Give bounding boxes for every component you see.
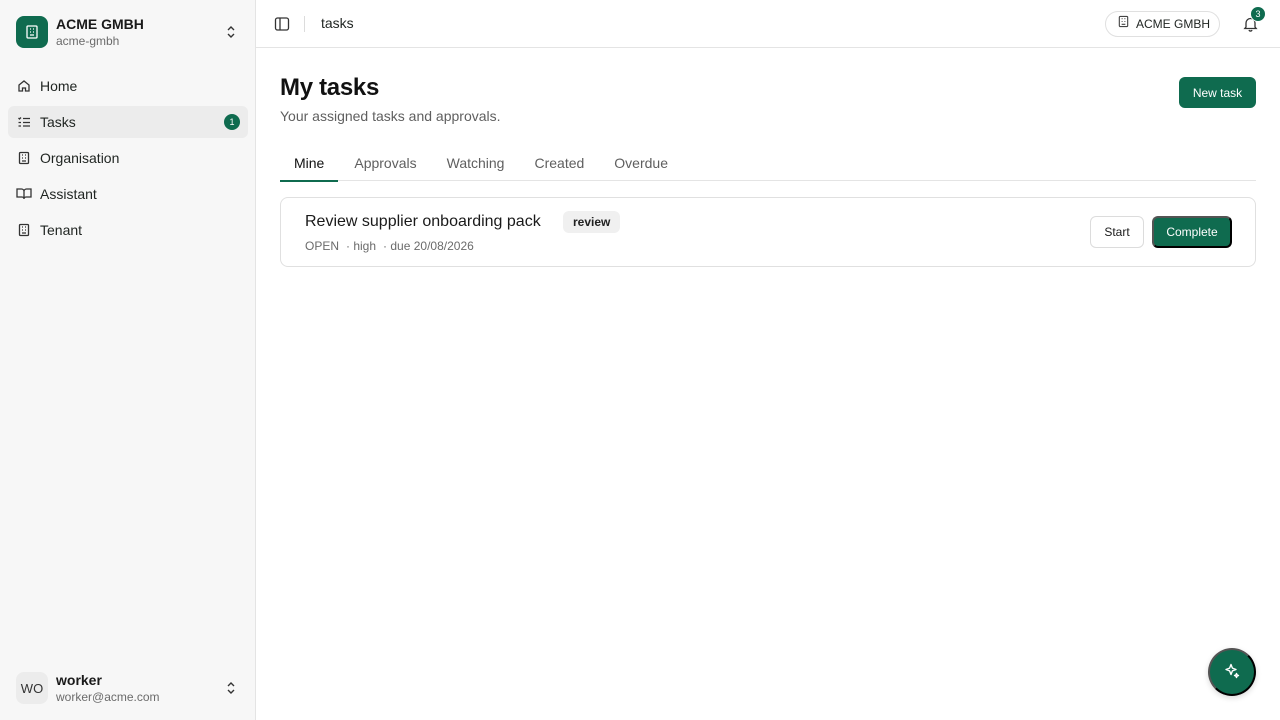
sidebar-item-tasks[interactable]: Tasks 1 bbox=[8, 106, 248, 138]
org-slug: acme-gmbh bbox=[56, 34, 120, 48]
avatar: WO bbox=[16, 672, 48, 704]
sparkles-icon bbox=[1223, 662, 1241, 683]
task-type-badge: review bbox=[563, 211, 621, 233]
breadcrumb: tasks bbox=[321, 15, 354, 31]
sidebar-item-label: Tasks bbox=[40, 114, 76, 130]
org-name: ACME GMBH bbox=[56, 16, 144, 32]
sidebar-item-organisation[interactable]: Organisation bbox=[8, 142, 248, 174]
task-title: Review supplier onboarding pack bbox=[305, 213, 541, 230]
sidebar-item-home[interactable]: Home bbox=[8, 70, 248, 102]
page-title: My tasks bbox=[280, 74, 379, 101]
building-icon bbox=[1117, 15, 1130, 33]
sidebar-toggle-icon[interactable] bbox=[272, 14, 292, 34]
assistant-sparkle-button[interactable] bbox=[1208, 648, 1256, 696]
sidebar: ACME GMBH acme-gmbh Home Tasks 1 Organis… bbox=[0, 0, 256, 720]
task-priority: · high bbox=[346, 239, 377, 253]
sidebar-item-label: Organisation bbox=[40, 150, 120, 166]
page-subtitle: Your assigned tasks and approvals. bbox=[280, 108, 501, 124]
complete-task-button[interactable]: Complete bbox=[1152, 216, 1232, 248]
building-icon bbox=[16, 16, 48, 48]
tab-created[interactable]: Created bbox=[520, 144, 598, 181]
tenant-label: ACME GMBH bbox=[1136, 17, 1211, 31]
list-checks-icon bbox=[16, 114, 32, 130]
tasks-count-badge: 1 bbox=[224, 114, 240, 130]
sidebar-nav: Home Tasks 1 Organisation Assistant Tena… bbox=[8, 70, 248, 250]
user-name: worker bbox=[56, 672, 102, 688]
tab-overdue[interactable]: Overdue bbox=[600, 144, 682, 181]
tab-watching[interactable]: Watching bbox=[433, 144, 519, 181]
user-menu[interactable]: WO worker worker@acme.com bbox=[8, 664, 248, 712]
notification-count-badge: 3 bbox=[1250, 6, 1266, 22]
building-icon bbox=[16, 150, 32, 166]
top-header: tasks ACME GMBH 3 bbox=[256, 0, 1280, 48]
building-icon bbox=[16, 222, 32, 238]
chevrons-up-down-icon[interactable] bbox=[224, 680, 238, 696]
book-open-icon bbox=[16, 186, 32, 202]
task-card[interactable]: Review supplier onboarding pack review O… bbox=[280, 197, 1256, 267]
task-status: OPEN bbox=[305, 239, 340, 253]
tenant-selector[interactable]: ACME GMBH bbox=[1105, 11, 1220, 37]
chevrons-up-down-icon[interactable] bbox=[224, 24, 238, 40]
start-task-button[interactable]: Start bbox=[1090, 216, 1144, 248]
task-meta: OPEN · high · due 20/08/2026 bbox=[305, 239, 481, 253]
task-due-date: · due 20/08/2026 bbox=[383, 239, 474, 253]
user-email: worker@acme.com bbox=[56, 690, 160, 704]
org-switcher[interactable]: ACME GMBH acme-gmbh bbox=[8, 8, 248, 56]
sidebar-item-assistant[interactable]: Assistant bbox=[8, 178, 248, 210]
tab-approvals[interactable]: Approvals bbox=[340, 144, 430, 181]
sidebar-item-label: Assistant bbox=[40, 186, 97, 202]
sidebar-item-label: Tenant bbox=[40, 222, 83, 238]
home-icon bbox=[16, 78, 32, 94]
new-task-button[interactable]: New task bbox=[1179, 77, 1256, 108]
header-divider bbox=[304, 16, 305, 32]
sidebar-item-label: Home bbox=[40, 78, 78, 94]
sidebar-item-tenant[interactable]: Tenant bbox=[8, 214, 248, 246]
tab-mine[interactable]: Mine bbox=[280, 144, 339, 182]
task-tabs: Mine Approvals Watching Created Overdue bbox=[280, 144, 1256, 182]
